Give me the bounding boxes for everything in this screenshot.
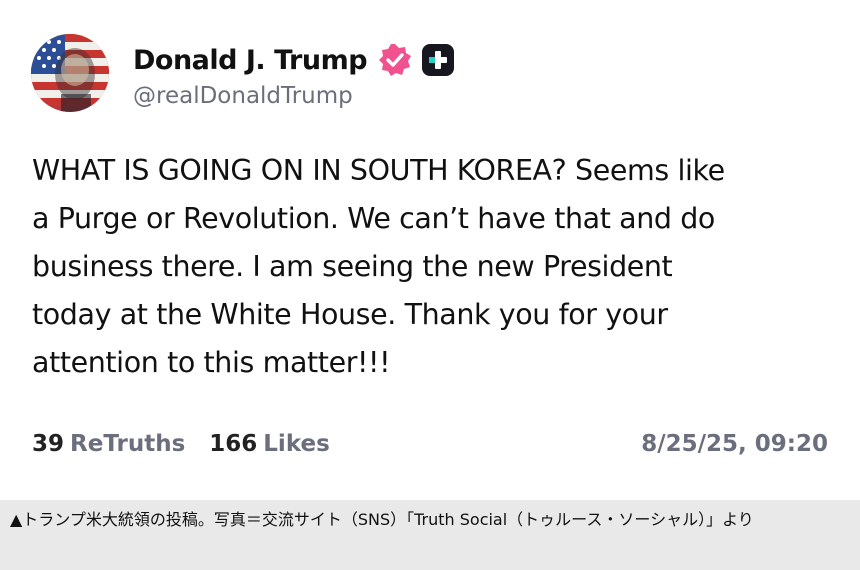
likes-stat[interactable]: 166 Likes (209, 431, 330, 457)
post-body-line: business there. I am seeing the new Pres… (32, 250, 673, 283)
post-body-line: WHAT IS GOING ON IN SOUTH KOREA? Seems l… (32, 154, 725, 187)
avatar-image (31, 34, 109, 112)
photo-caption-bar: ▲トランプ米大統領の投稿。写真＝交流サイト（SNS）「Truth Social（… (0, 500, 860, 570)
post-body: WHAT IS GOING ON IN SOUTH KOREA? Seems l… (32, 147, 837, 387)
post-body-line: today at the White House. Thank you for … (32, 298, 668, 331)
post-body-line: a Purge or Revolution. We can’t have tha… (32, 202, 715, 235)
post-stats: 39 ReTruths 166 Likes (32, 427, 354, 461)
likes-label: Likes (263, 431, 330, 457)
author-display-name[interactable]: Donald J. Trump (133, 45, 368, 76)
plus-badge-icon (421, 43, 455, 77)
author-name-row: Donald J. Trump (133, 40, 455, 80)
photo-caption: ▲トランプ米大統領の投稿。写真＝交流サイト（SNS）「Truth Social（… (10, 510, 754, 529)
retruths-stat[interactable]: 39 ReTruths (32, 431, 185, 457)
verified-badge-icon (377, 42, 413, 78)
avatar[interactable] (31, 34, 109, 112)
post-body-line: attention to this matter!!! (32, 346, 391, 379)
likes-count: 166 (209, 431, 258, 457)
retruths-label: ReTruths (70, 431, 186, 457)
truth-social-post: Donald J. Trump @realDonaldTrump WHAT IS… (0, 0, 860, 500)
author-handle[interactable]: @realDonaldTrump (133, 83, 353, 109)
retruths-count: 39 (32, 431, 65, 457)
post-timestamp[interactable]: 8/25/25, 09:20 (641, 427, 828, 461)
